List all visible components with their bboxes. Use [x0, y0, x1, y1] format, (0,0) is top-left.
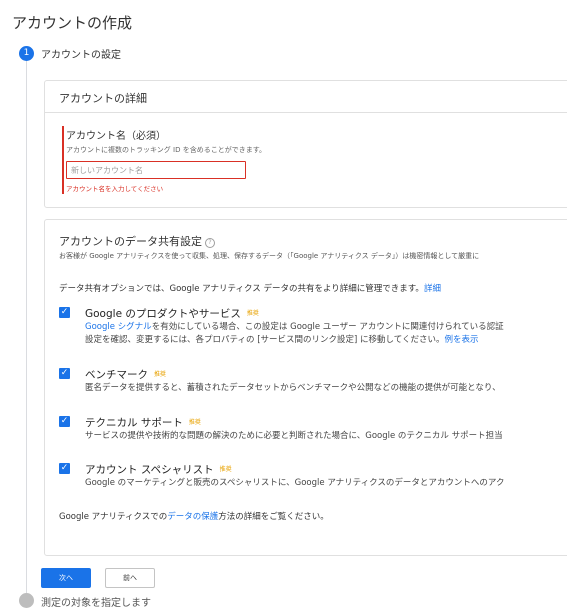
option-desc-text: を有効にしている場合、この設定は Google ユーザー アカウントに関連付けら… [151, 322, 504, 332]
option-description: Google シグナルを有効にしている場合、この設定は Google ユーザー … [85, 321, 504, 347]
recommended-badge: 推奨 [154, 371, 167, 378]
option-title-row: ベンチマーク 推奨 [85, 367, 166, 382]
option-title-row: アカウント スペシャリスト 推奨 [85, 462, 232, 477]
checkbox-technical-support[interactable]: ✓ [59, 416, 70, 427]
data-sharing-card: アカウントのデータ共有設定? お客様が Google アナリティクスを使って収集… [44, 219, 567, 556]
step-2-indicator [19, 593, 34, 608]
footer-text-post: 方法の詳細をご覧ください。 [218, 512, 329, 522]
option-description: Google のマーケティングと販売のスペシャリストに、Google アナリティ… [85, 478, 505, 488]
page-title: アカウントの作成 [12, 14, 133, 32]
checkbox-account-specialists[interactable]: ✓ [59, 463, 70, 474]
footer-text-pre: Google アナリティクスでの [59, 512, 168, 522]
step-1-label: アカウントの設定 [41, 50, 121, 61]
data-protection-link[interactable]: データの保護 [167, 512, 218, 522]
checkbox-google-products[interactable]: ✓ [59, 307, 70, 318]
account-name-error: アカウント名を入力してください [66, 185, 164, 193]
step-1-indicator: 1 [19, 46, 34, 61]
recommended-badge: 推奨 [188, 419, 201, 426]
recommended-badge: 推奨 [246, 310, 259, 317]
help-icon[interactable]: ? [205, 238, 215, 248]
card-divider [45, 112, 567, 113]
account-details-title: アカウントの詳細 [59, 92, 147, 105]
option-desc-text-2: 設定を確認、変更するには、各プロパティの [サービス間のリンク設定] に移動して… [85, 335, 445, 345]
data-sharing-title: アカウントのデータ共有設定 [59, 235, 202, 248]
learn-more-link[interactable]: 詳細 [424, 284, 441, 294]
option-description: 匿名データを提供すると、蓄積されたデータセットからベンチマークや公開などの機能の… [85, 383, 501, 393]
google-signals-link[interactable]: Google シグナル [85, 322, 152, 332]
previous-button[interactable]: 前へ [105, 568, 155, 588]
option-title: アカウント スペシャリスト [85, 464, 214, 476]
account-details-card: アカウントの詳細 アカウント名（必須） アカウントに複数のトラッキング ID を… [44, 80, 567, 208]
error-indicator-bar [62, 126, 64, 194]
option-title: Google のプロダクトやサービス [85, 308, 241, 320]
data-sharing-intro: データ共有オプションでは、Google アナリティクス データの共有をより詳細に… [59, 282, 441, 294]
option-title: ベンチマーク [85, 369, 148, 381]
option-title-row: Google のプロダクトやサービス 推奨 [85, 306, 259, 321]
account-name-label: アカウント名（必須） [66, 131, 166, 142]
option-description: サービスの提供や技術的な問題の解決のために必要と判断された場合に、Google … [85, 431, 503, 441]
next-button[interactable]: 次へ [41, 568, 91, 588]
option-title-row: テクニカル サポート 推奨 [85, 415, 201, 430]
data-sharing-description: お客様が Google アナリティクスを使って収集、処理、保存するデータ（「Go… [59, 252, 480, 260]
intro-text: データ共有オプションでは、Google アナリティクス データの共有をより詳細に… [59, 284, 424, 294]
recommended-badge: 推奨 [219, 466, 232, 473]
account-name-input[interactable] [66, 161, 246, 179]
data-sharing-title-row: アカウントのデータ共有設定? [59, 233, 215, 249]
stepper-line [26, 60, 27, 600]
checkbox-benchmarking[interactable]: ✓ [59, 368, 70, 379]
show-example-link[interactable]: 例を表示 [445, 335, 479, 345]
account-name-hint: アカウントに複数のトラッキング ID を含めることができます。 [66, 146, 266, 154]
option-title: テクニカル サポート [85, 417, 183, 429]
data-protection-note: Google アナリティクスでのデータの保護方法の詳細をご覧ください。 [59, 510, 329, 522]
